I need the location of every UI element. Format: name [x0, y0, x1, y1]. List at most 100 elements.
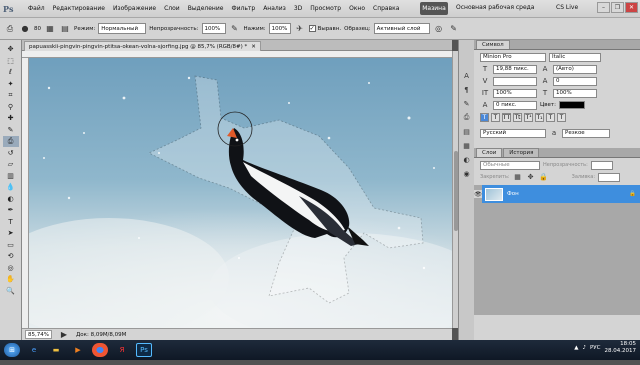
- workspace-user-button[interactable]: Мазина: [420, 2, 448, 15]
- blend-mode-select[interactable]: Обычные: [480, 160, 540, 170]
- menu-filter[interactable]: Фильтр: [227, 5, 259, 12]
- swatches-icon[interactable]: ▦: [461, 140, 472, 151]
- start-button-icon[interactable]: ⊞: [4, 343, 20, 357]
- menu-view[interactable]: Просмотр: [306, 5, 345, 12]
- strikethrough-button[interactable]: T: [557, 112, 566, 122]
- align-checkbox[interactable]: ✓ Выравн.: [308, 25, 341, 32]
- fill-field[interactable]: [598, 172, 621, 182]
- menu-3d[interactable]: 3D: [290, 5, 306, 12]
- adjustments-icon[interactable]: ◐: [461, 154, 472, 165]
- visibility-eye-icon[interactable]: 👁: [474, 190, 482, 198]
- explorer-icon[interactable]: ▬: [48, 343, 64, 357]
- 3d-orbit-tool-icon[interactable]: ◎: [3, 263, 19, 274]
- marquee-tool-icon[interactable]: ⬚: [3, 56, 19, 67]
- minimize-icon[interactable]: –: [597, 2, 610, 13]
- healing-brush-tool-icon[interactable]: ✚: [3, 113, 19, 124]
- tab-layers[interactable]: Слои: [476, 148, 503, 157]
- tablet-size-icon[interactable]: ✎: [448, 23, 460, 35]
- vertical-scale-field[interactable]: 100%: [493, 88, 537, 98]
- media-player-icon[interactable]: ▶: [70, 343, 86, 357]
- ignore-adjustment-icon[interactable]: ◎: [433, 23, 445, 35]
- text-color-swatch[interactable]: [558, 101, 585, 109]
- shape-tool-icon[interactable]: ▭: [3, 240, 19, 251]
- faux-bold-button[interactable]: T: [480, 112, 489, 122]
- zoom-tool-icon[interactable]: 🔍: [3, 286, 19, 297]
- network-icon[interactable]: ▲: [574, 345, 578, 351]
- lock-all-icon[interactable]: 🔒: [539, 173, 549, 181]
- image-canvas[interactable]: [29, 58, 452, 328]
- document-tab[interactable]: papuasskii-pingvin-pingvin-ptitsa-okean-…: [24, 41, 261, 51]
- brush-panel-icon[interactable]: ▦: [44, 23, 56, 35]
- paragraph-panel-icon[interactable]: ¶: [461, 84, 472, 95]
- tool-presets-icon[interactable]: ▤: [461, 126, 472, 137]
- vertical-ruler[interactable]: [22, 58, 29, 328]
- chrome-icon[interactable]: [92, 343, 108, 357]
- brush-tool-icon[interactable]: ✎: [3, 125, 19, 136]
- close-tab-icon[interactable]: ✕: [251, 44, 256, 50]
- zoom-level[interactable]: 85,74%: [25, 330, 52, 339]
- tab-history[interactable]: История: [503, 148, 540, 157]
- brush-preset-icon[interactable]: ●: [19, 23, 31, 35]
- history-brush-tool-icon[interactable]: ↺: [3, 148, 19, 159]
- eyedropper-tool-icon[interactable]: ⚲: [3, 102, 19, 113]
- move-tool-icon[interactable]: ✥: [3, 44, 19, 55]
- menu-analysis[interactable]: Анализ: [259, 5, 290, 12]
- tracking-field[interactable]: 0: [553, 76, 597, 86]
- sample-select[interactable]: Активный слой: [373, 23, 430, 34]
- menu-help[interactable]: Справка: [369, 5, 403, 12]
- menu-window[interactable]: Окно: [345, 5, 369, 12]
- mode-select[interactable]: Нормальный: [98, 23, 147, 34]
- clock[interactable]: 18:05 28.04.2017: [605, 341, 637, 355]
- superscript-button[interactable]: T¹: [524, 112, 533, 122]
- horizontal-scale-field[interactable]: 100%: [553, 88, 597, 98]
- kerning-field[interactable]: [493, 76, 537, 86]
- photoshop-taskbar-icon[interactable]: Ps: [136, 343, 152, 357]
- clone-stamp-tool-icon[interactable]: ⎙: [4, 23, 16, 35]
- brush-panel-icon[interactable]: ✎: [461, 98, 472, 109]
- clone-source-panel-icon[interactable]: ⎙: [461, 112, 472, 123]
- font-style-select[interactable]: Italic: [549, 52, 601, 62]
- small-caps-button[interactable]: Tt: [513, 112, 522, 122]
- volume-icon[interactable]: ♪: [582, 345, 586, 351]
- lock-pixels-icon[interactable]: ▦: [513, 173, 523, 181]
- crop-tool-icon[interactable]: ⌗: [3, 90, 19, 101]
- language-select[interactable]: Русский: [480, 128, 546, 138]
- close-icon[interactable]: ✕: [625, 2, 638, 13]
- eraser-tool-icon[interactable]: ▱: [3, 159, 19, 170]
- menu-image[interactable]: Изображение: [109, 5, 160, 12]
- faux-italic-button[interactable]: T: [491, 112, 500, 122]
- layer-row[interactable]: Фон 🔒: [482, 185, 640, 203]
- pen-tool-icon[interactable]: ✒: [3, 205, 19, 216]
- masks-icon[interactable]: ◉: [461, 168, 472, 179]
- quick-select-tool-icon[interactable]: ✦: [3, 79, 19, 90]
- clone-stamp-tool-icon[interactable]: ⎙: [2, 136, 19, 147]
- underline-button[interactable]: T: [546, 112, 555, 122]
- path-selection-tool-icon[interactable]: ➤: [3, 228, 19, 239]
- lasso-tool-icon[interactable]: ℓ: [3, 67, 19, 78]
- yandex-browser-icon[interactable]: Я: [114, 343, 130, 357]
- hand-tool-icon[interactable]: ✋: [3, 274, 19, 285]
- menu-file[interactable]: Файл: [24, 5, 49, 12]
- baseline-shift-field[interactable]: 0 пикс.: [493, 100, 537, 110]
- menu-edit[interactable]: Редактирование: [49, 5, 109, 12]
- layer-opacity-field[interactable]: [590, 160, 613, 170]
- all-caps-button[interactable]: TT: [502, 112, 511, 122]
- gradient-tool-icon[interactable]: ▥: [3, 171, 19, 182]
- horizontal-ruler[interactable]: [22, 51, 452, 58]
- status-info-icon[interactable]: ▶: [58, 329, 70, 341]
- menu-select[interactable]: Выделение: [184, 5, 228, 12]
- font-family-select[interactable]: Minion Pro: [480, 52, 546, 62]
- tablet-pressure-icon[interactable]: ✎: [229, 23, 241, 35]
- 3d-rotate-tool-icon[interactable]: ⟲: [3, 251, 19, 262]
- opacity-field[interactable]: 100%: [201, 23, 226, 34]
- workspace-selector[interactable]: Основная рабочая среда: [456, 4, 535, 11]
- character-panel-icon[interactable]: A: [461, 70, 472, 81]
- language-indicator[interactable]: РУС: [590, 345, 601, 351]
- font-size-field[interactable]: 19,88 пикс.: [493, 64, 537, 74]
- restore-icon[interactable]: ❐: [611, 2, 624, 13]
- type-tool-icon[interactable]: T: [3, 217, 19, 228]
- dodge-tool-icon[interactable]: ◐: [3, 194, 19, 205]
- clone-source-icon[interactable]: ▤: [59, 23, 71, 35]
- tab-character[interactable]: Символ: [476, 40, 510, 49]
- antialias-select[interactable]: Резкое: [562, 128, 610, 138]
